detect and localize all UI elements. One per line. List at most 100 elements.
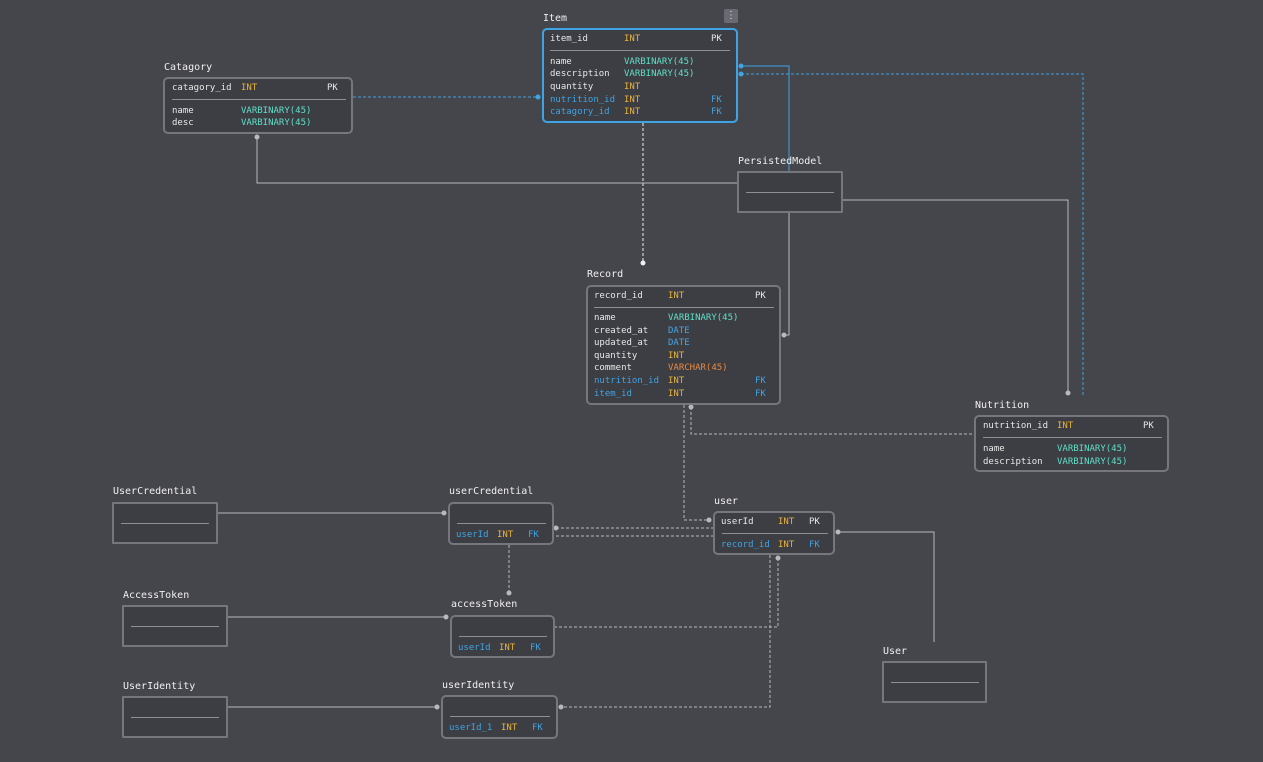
table-persisted-model[interactable]	[737, 171, 843, 213]
column-key: PK	[809, 517, 820, 527]
table-title-access-token-model: AccessToken	[123, 590, 190, 601]
column-type: INT	[668, 291, 685, 301]
connector-dot[interactable]	[535, 94, 541, 100]
pk-separator	[457, 523, 546, 524]
column-name: nutrition_id	[594, 376, 660, 386]
connector-dot[interactable]	[738, 63, 744, 69]
connector-dot[interactable]	[775, 555, 781, 561]
column-key: FK	[755, 389, 766, 399]
connector-dot[interactable]	[506, 590, 512, 596]
connector-dot[interactable]	[688, 404, 694, 410]
pk-separator	[459, 636, 547, 637]
connector-dot[interactable]	[835, 529, 841, 535]
pk-separator	[131, 717, 219, 718]
column-name: userId	[456, 530, 489, 540]
pk-separator	[746, 192, 834, 193]
column-type: INT	[778, 517, 795, 527]
column-key: FK	[711, 95, 722, 105]
table-record[interactable]: record_id INT PK name VARBINARY(45) crea…	[586, 285, 781, 405]
relation-line[interactable]	[256, 137, 737, 184]
pk-separator	[131, 626, 219, 627]
column-name: record_id	[594, 291, 643, 301]
pk-separator	[983, 437, 1162, 438]
relation-line[interactable]	[690, 407, 974, 435]
table-title-user-identity: userIdentity	[442, 680, 515, 691]
table-title-user-identity-model: UserIdentity	[123, 681, 196, 692]
table-title-user-credential: userCredential	[449, 486, 534, 497]
column-key: FK	[755, 376, 766, 386]
connector-dot[interactable]	[738, 71, 744, 77]
relation-line[interactable]	[784, 213, 790, 336]
column-type: VARBINARY(45)	[668, 313, 739, 323]
table-user-identity-model[interactable]	[122, 696, 228, 738]
table-user-credential[interactable]: userId INT FK	[448, 502, 554, 545]
table-title-nutrition: Nutrition	[975, 400, 1030, 411]
column-type: INT	[241, 83, 258, 93]
column-name: description	[550, 69, 610, 79]
column-name: updated_at	[594, 338, 649, 348]
connector-dot[interactable]	[640, 260, 646, 266]
table-user[interactable]: userId INT PK record_id INT FK	[713, 511, 835, 555]
connector-dot[interactable]	[443, 614, 449, 620]
connector-dot[interactable]	[254, 134, 260, 140]
connector-dot[interactable]	[558, 704, 564, 710]
connector-dot[interactable]	[706, 517, 712, 523]
column-type: INT	[668, 376, 685, 386]
relation-line[interactable]	[683, 405, 709, 521]
column-type: INT	[624, 95, 641, 105]
connector-dot[interactable]	[553, 525, 559, 531]
table-user-credential-model[interactable]	[112, 502, 218, 544]
table-item[interactable]: item_id INT PK name VARBINARY(45) descri…	[542, 28, 738, 123]
table-user-identity[interactable]: userId_1 INT FK	[441, 695, 558, 739]
column-name: quantity	[594, 351, 638, 361]
column-type: INT	[499, 643, 516, 653]
column-name: nutrition_id	[550, 95, 616, 105]
connector-dot[interactable]	[1065, 390, 1071, 396]
column-key: FK	[532, 723, 543, 733]
relation-line[interactable]	[741, 73, 1084, 395]
table-title-user-model: User	[883, 646, 908, 657]
column-type: VARBINARY(45)	[241, 106, 312, 116]
column-key: PK	[755, 291, 766, 301]
column-name: name	[983, 444, 1005, 454]
column-name: catagory_id	[172, 83, 232, 93]
column-name: desc	[172, 118, 194, 128]
table-user-model[interactable]	[882, 661, 987, 703]
pk-separator	[450, 716, 550, 717]
more-options-icon[interactable]: ⋮	[724, 9, 738, 23]
pk-separator	[891, 682, 979, 683]
er-diagram-canvas[interactable]: ⋮ Item item_id INT PK name VARBINARY(45)…	[0, 0, 1263, 762]
relation-line[interactable]	[838, 531, 935, 642]
column-name: name	[550, 57, 572, 67]
table-access-token-model[interactable]	[122, 605, 228, 647]
pk-separator	[550, 50, 730, 51]
column-type: INT	[668, 389, 685, 399]
column-name: catagory_id	[550, 107, 610, 117]
relation-line[interactable]	[555, 558, 779, 628]
connector-dot[interactable]	[441, 510, 447, 516]
column-type: VARBINARY(45)	[624, 57, 695, 67]
relation-line[interactable]	[561, 555, 771, 708]
table-access-token[interactable]: userId INT FK	[450, 615, 555, 658]
column-type: VARBINARY(45)	[1057, 444, 1128, 454]
column-type: DATE	[668, 326, 690, 336]
column-type: INT	[624, 107, 641, 117]
column-key: FK	[528, 530, 539, 540]
column-type: INT	[497, 530, 514, 540]
column-type: INT	[1057, 421, 1074, 431]
pk-separator	[722, 533, 828, 534]
column-key: PK	[1143, 421, 1154, 431]
column-name: userId_1	[449, 723, 493, 733]
table-catagory[interactable]: catagory_id INT PK name VARBINARY(45) de…	[163, 77, 353, 134]
connector-dot[interactable]	[434, 704, 440, 710]
table-nutrition[interactable]: nutrition_id INT PK name VARBINARY(45) d…	[974, 415, 1169, 472]
relation-line[interactable]	[843, 199, 1069, 393]
column-type: INT	[624, 82, 641, 92]
connector-dot[interactable]	[781, 332, 787, 338]
column-type: INT	[778, 540, 795, 550]
pk-separator	[172, 99, 346, 100]
table-title-catagory: Catagory	[164, 62, 213, 73]
column-type: VARCHAR(45)	[668, 363, 728, 373]
column-name: name	[594, 313, 616, 323]
column-type: INT	[624, 34, 641, 44]
